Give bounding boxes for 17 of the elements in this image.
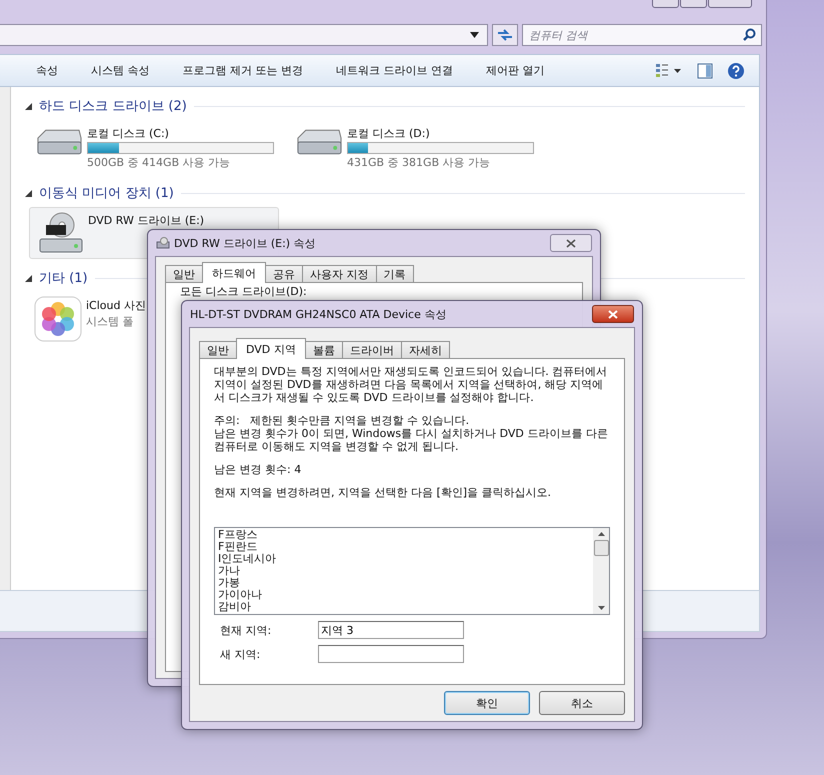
info-text: 남은 변경 횟수: 4 xyxy=(214,463,302,476)
info-text: 대부분의 DVD는 특정 지역에서만 재생되도록 인코드되어 있습니다. 컴퓨터에서 지역이 설정된 DVD를 재생하려면 다음 목록에서 지역을 선택하여, 해당 지역에서 디스크가 재생될 수 있도록 DVD 드라이브를 설정해야 합니다. xyxy=(214,365,608,404)
dialog-title: DVD RW 드라이브 (E:) 속성 xyxy=(174,236,316,250)
free-space-text: 500GB 중 414GB 사용 가능 xyxy=(87,155,232,170)
drive-name: 로컬 디스크 (D:) xyxy=(347,126,431,141)
info-text: 남은 변경 횟수가 0이 되면, Windows를 다시 설치하거나 DVD 드라이브를 다른 컴퓨터로 이동해도 지역을 변경할 수 없게 됩니다. xyxy=(214,427,609,453)
folder-type-text: 시스템 폴 xyxy=(86,314,134,329)
info-text: 주의: 제한된 횟수만큼 지역을 변경할 수 있습니다. xyxy=(214,414,470,427)
info-text: 현재 지역을 변경하려면, 지역을 선택한 다음 [확인]을 클릭하십시오. xyxy=(214,486,552,499)
field-label: 현재 지역: xyxy=(219,622,272,638)
drive-name: DVD RW 드라이브 (E:) xyxy=(88,213,204,228)
free-space-text: 431GB 중 381GB 사용 가능 xyxy=(347,155,492,170)
drive-list-label: 모든 디스크 드라이브(D): xyxy=(180,285,307,298)
field-label: 새 지역: xyxy=(219,646,262,662)
dialog-title: HL-DT-ST DVDRAM GH24NSC0 ATA Device 속성 xyxy=(190,306,446,322)
drive-name: 로컬 디스크 (C:) xyxy=(87,126,170,141)
drive-name: iCloud 사진 xyxy=(86,298,146,313)
